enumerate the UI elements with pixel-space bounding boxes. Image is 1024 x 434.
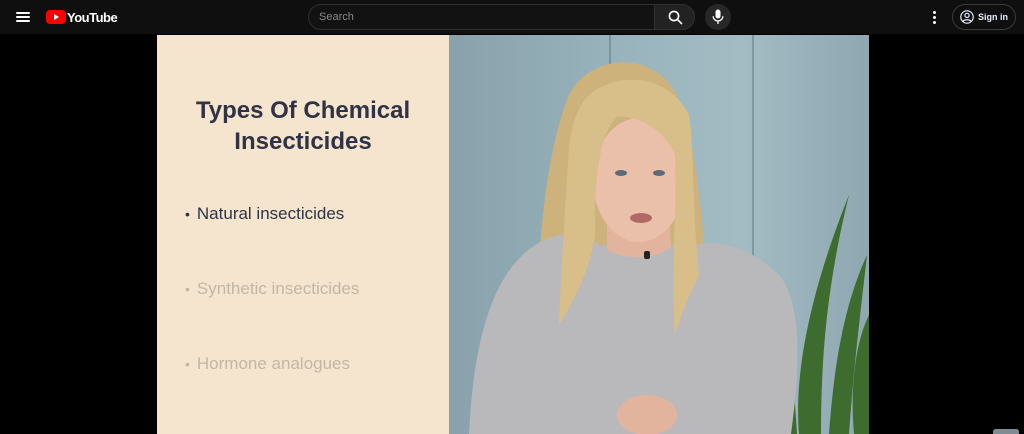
slide-bullet: Natural insecticides: [185, 204, 344, 224]
account-circle-icon: [960, 10, 974, 24]
masthead: YouTube Sign in: [0, 0, 1024, 34]
video-frame[interactable]: Types Of Chemical Insecticides Natural i…: [157, 35, 869, 434]
youtube-logo[interactable]: YouTube: [46, 9, 118, 25]
bee-mascot-icon: [993, 429, 1019, 434]
presenter-image: [469, 62, 869, 434]
sign-in-label: Sign in: [978, 12, 1008, 22]
slide-bullet: Synthetic insecticides: [185, 279, 360, 299]
voice-search-button[interactable]: [705, 4, 731, 30]
logo-text: YouTube: [67, 9, 118, 25]
mic-icon: [712, 9, 724, 24]
more-vert-icon[interactable]: [924, 7, 944, 27]
lecture-slide: Types Of Chemical Insecticides Natural i…: [157, 35, 449, 434]
presenter-scene: [449, 35, 869, 434]
search-button[interactable]: [654, 4, 695, 30]
search-box: [308, 4, 695, 30]
sign-in-button[interactable]: Sign in: [952, 4, 1016, 30]
search-icon: [668, 10, 683, 25]
menu-icon[interactable]: [12, 6, 34, 28]
search-input[interactable]: [308, 4, 654, 30]
video-player: Types Of Chemical Insecticides Natural i…: [0, 34, 1024, 434]
slide-title-line: Insecticides: [234, 128, 372, 155]
youtube-play-icon: [46, 10, 66, 24]
channel-watermark[interactable]: [993, 429, 1019, 434]
slide-title: Types Of Chemical Insecticides: [157, 95, 449, 157]
slide-title-line: Types Of Chemical: [195, 97, 411, 124]
slide-bullet: Hormone analogues: [185, 354, 350, 374]
